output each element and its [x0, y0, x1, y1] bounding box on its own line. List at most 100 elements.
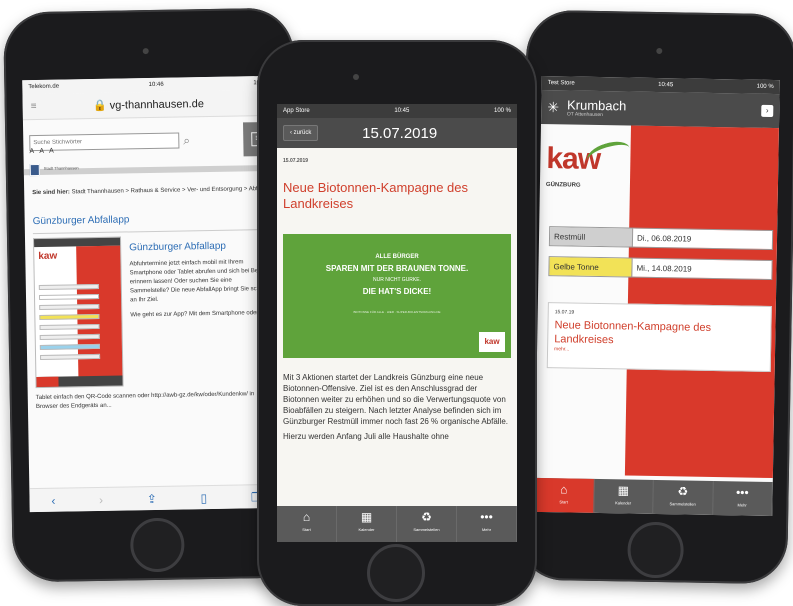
kaw-logo-small: kaw: [479, 332, 505, 352]
camera-dot: [656, 47, 663, 55]
home-button[interactable]: [627, 521, 685, 579]
clock: 10:45: [658, 81, 674, 89]
tab-label: Start: [559, 499, 568, 505]
reader-icon[interactable]: ≡: [31, 101, 37, 112]
article-date: 15.07.2019: [283, 158, 309, 164]
kaw-logo-mini: kaw: [38, 250, 58, 262]
status-bar: App Store 10:45 100 %: [277, 104, 517, 118]
pickup-date: Di., 06.08.2019: [631, 228, 773, 249]
tab-kalender[interactable]: ▦ Kalender: [337, 506, 397, 542]
home-button[interactable]: [129, 517, 185, 573]
ad-fineprint: BIOTONNE FÜR ALLE · HIER · SUPER-BIO-ENT…: [353, 310, 441, 314]
article-title: Neue Biotonnen-Kampagne des Landkreises: [283, 180, 469, 211]
forward-icon[interactable]: ›: [99, 492, 103, 506]
carrier: Telekom.de: [28, 83, 60, 91]
chevron-right-icon[interactable]: ›: [761, 104, 774, 117]
tab-sammelstellen[interactable]: ♻ Sammelstellen: [397, 506, 457, 542]
tab-start[interactable]: ⌂ Start: [534, 477, 595, 513]
battery: 100 %: [756, 83, 774, 91]
tab-kalender[interactable]: ▦ Kalender: [593, 478, 654, 514]
tab-label: Sammelstellen: [413, 527, 440, 532]
news-card[interactable]: 15.07.19 Neue Biotonnen-Kampagne des Lan…: [546, 302, 772, 372]
tab-mehr[interactable]: ••• Mehr: [457, 506, 517, 542]
tab-sammelstellen[interactable]: ♻ Sammelstellen: [653, 479, 714, 516]
app-heading: Günzburger Abfallapp: [129, 240, 226, 254]
app-text: Abfuhrtermine jetzt einfach mobil mit Ih…: [129, 259, 270, 304]
back-icon[interactable]: ‹: [51, 493, 55, 507]
app-header: ‹ zurück 15.07.2019: [277, 118, 517, 148]
home-icon: ⌂: [560, 482, 568, 497]
url-text[interactable]: 🔒 vg-thannhausen.de: [42, 96, 254, 113]
carrier: Test Store: [547, 80, 575, 87]
ad-line: SPAREN MIT DER BRAUNEN TONNE.: [325, 264, 469, 273]
app-header: ✳ Krumbach OT Attenhausen ›: [541, 89, 780, 129]
tab-label: Mehr: [737, 502, 747, 508]
red-panel: [624, 125, 779, 479]
battery: 100 %: [493, 108, 511, 114]
ad-line: ALLE BÜRGER: [375, 254, 419, 260]
city-name: Krumbach: [566, 96, 627, 113]
campaign-image: ALLE BÜRGER SPAREN MIT DER BRAUNEN TONNE…: [283, 234, 511, 358]
back-button[interactable]: ‹ zurück: [283, 125, 319, 141]
calendar-icon: ▦: [360, 510, 373, 524]
recycle-icon: ♻: [677, 484, 689, 499]
chevron-left-icon: ‹: [290, 130, 292, 136]
page-title: Günzburger Abfallapp: [32, 193, 271, 235]
tab-label: Mehr: [481, 527, 492, 532]
tab-bar: ⌂ Start ▦ Kalender ♻ Sammelstellen ••• Mehr: [534, 477, 773, 517]
location[interactable]: Krumbach OT Attenhausen: [566, 96, 627, 118]
calendar-icon: ▦: [617, 483, 630, 498]
ad-line: NUR NICHT GURKE.: [373, 277, 421, 283]
clock: 10:45: [394, 108, 410, 114]
app-block: kaw Günzburger Abfallapp Abfuhrtermine j…: [25, 230, 282, 392]
share-icon[interactable]: ⇪: [147, 491, 157, 505]
more-icon: •••: [480, 510, 493, 524]
stage: Telekom.de 10:46 100 % ≡ 🔒 vg-thannhause…: [0, 0, 793, 606]
header-date: 15.07.2019: [362, 124, 438, 142]
home-button[interactable]: [367, 544, 425, 602]
app-description: Günzburger Abfallapp Abfuhrtermine jetzt…: [129, 234, 274, 386]
screen-safari: Telekom.de 10:46 100 % ≡ 🔒 vg-thannhause…: [22, 75, 284, 513]
article-body: Mit 3 Aktionen startet der Landkreis Gün…: [283, 373, 508, 426]
breadcrumb-lead: Sie sind hier:: [32, 189, 70, 197]
bookmarks-icon[interactable]: ▯: [200, 491, 207, 505]
tab-label: Kalender: [358, 527, 375, 532]
site-label: Stadt Thannhausen: [43, 165, 79, 171]
tab-mehr[interactable]: ••• Mehr: [712, 481, 773, 517]
tab-label: Kalender: [615, 500, 632, 506]
safari-toolbar: ‹ › ⇪ ▯ ❐: [29, 483, 284, 513]
phone-article: App Store 10:45 100 % ‹ zurück 15.07.201…: [257, 40, 537, 606]
tab-start[interactable]: ⌂ Start: [277, 506, 337, 542]
paragraph: Tablet einfach den QR-Code scannen oder …: [35, 391, 255, 411]
carrier: App Store: [283, 108, 310, 114]
more-icon: •••: [735, 485, 749, 500]
pickup-label: Gelbe Tonne: [549, 257, 632, 277]
kaw-logo: kaw GÜNZBURG: [545, 137, 633, 193]
clock: 10:46: [148, 81, 164, 89]
home-icon: ⌂: [302, 510, 311, 524]
pickup-date: Mi., 14.08.2019: [631, 258, 772, 279]
news-title: Neue Biotonnen-Kampagne des Landkreises: [554, 319, 712, 347]
pickup-row[interactable]: Restmüll Di., 06.08.2019: [548, 226, 774, 251]
crest-icon: [29, 163, 40, 177]
phone-app-home: Test Store 10:45 100 % ✳ Krumbach OT Att…: [517, 9, 793, 585]
lock-icon: 🔒: [92, 99, 107, 113]
screen-app-home: Test Store 10:45 100 % ✳ Krumbach OT Att…: [534, 75, 780, 517]
tab-bar: ⌂ Start ▦ Kalender ♻ Sammelstellen ••• Mehr: [277, 506, 517, 542]
url-value: vg-thannhausen.de: [109, 98, 204, 112]
tab-label: Sammelstellen: [669, 501, 696, 507]
app-more: Wie geht es zur App? Mit dem Smartphone …: [130, 310, 259, 319]
ad-line: DIE HAT'S DICKE!: [362, 287, 432, 296]
camera-dot: [142, 48, 149, 55]
camera-dot: [353, 74, 359, 80]
pickup-row[interactable]: Gelbe Tonne Mi., 14.08.2019: [548, 256, 773, 281]
article-body-2: Hierzu werden Anfang Juli alle Haushalte…: [283, 432, 449, 441]
search-icon[interactable]: ⌕: [183, 133, 190, 148]
screen-article: App Store 10:45 100 % ‹ zurück 15.07.201…: [277, 104, 517, 542]
tab-label: Start: [302, 527, 311, 532]
news-date: 15.07.19: [554, 309, 575, 316]
recycle-icon: ♻: [421, 510, 432, 524]
breadcrumb-path[interactable]: Stadt Thannhausen > Rathaus & Service > …: [72, 186, 264, 195]
breadcrumb: Sie sind hier: Stadt Thannhausen > Ratha…: [24, 171, 278, 198]
logo-sub: GÜNZBURG: [545, 182, 581, 189]
